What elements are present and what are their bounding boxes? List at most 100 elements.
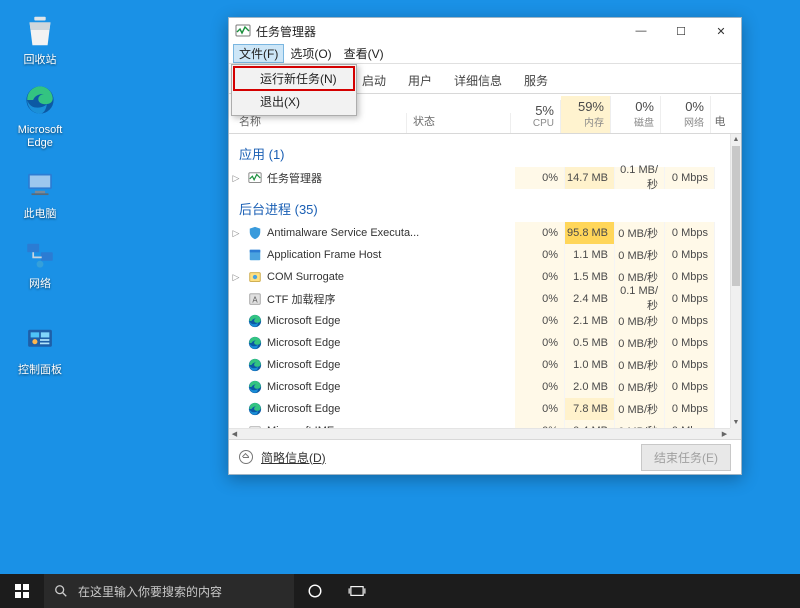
process-name: Microsoft Edge — [267, 337, 515, 349]
col-tail[interactable]: 电 — [711, 113, 729, 133]
windows-icon — [14, 583, 30, 599]
cell-memory: 7.8 MB — [565, 398, 615, 420]
fewer-details-link[interactable]: 简略信息(D) — [261, 449, 326, 466]
desktop-icon-label: 控制面板 — [12, 364, 68, 377]
search-icon — [54, 584, 68, 598]
expand-icon[interactable]: ▷ — [229, 228, 243, 239]
menu-item-exit[interactable]: 退出(X) — [234, 90, 354, 113]
recycle-bin-icon — [20, 10, 60, 50]
close-button[interactable]: ✕ — [701, 18, 741, 44]
cortana-icon — [307, 583, 323, 599]
control-panel-icon — [20, 320, 60, 360]
col-network[interactable]: 0% 网络 — [661, 96, 711, 133]
expand-icon[interactable]: ▷ — [229, 173, 243, 184]
cell-memory: 1.0 MB — [565, 354, 615, 376]
end-task-button[interactable]: 结束任务(E) — [641, 444, 731, 471]
process-row[interactable]: Application Frame Host 0% 1.1 MB 0 MB/秒 … — [229, 244, 730, 266]
svg-text:A: A — [252, 296, 258, 305]
col-cpu[interactable]: 5% CPU — [511, 100, 561, 133]
window-title: 任务管理器 — [256, 23, 621, 40]
cell-disk: 0 MB/秒 — [615, 332, 665, 354]
process-row[interactable]: Microsoft Edge 0% 1.0 MB 0 MB/秒 0 Mbps — [229, 354, 730, 376]
process-row[interactable]: あ Microsoft IME 0% 0.4 MB 0 MB/秒 0 Mbps — [229, 420, 730, 428]
cell-disk: 0 MB/秒 — [615, 398, 665, 420]
col-memory[interactable]: 59% 内存 — [561, 96, 611, 133]
desktop-icon-this-pc[interactable]: 此电脑 — [12, 164, 68, 221]
process-row[interactable]: Microsoft Edge 0% 7.8 MB 0 MB/秒 0 Mbps — [229, 398, 730, 420]
desktop-icon-label: 网络 — [12, 278, 68, 291]
minimize-button[interactable]: — — [621, 18, 661, 44]
menubar: 文件(F) 选项(O) 查看(V) 运行新任务(N) 退出(X) — [229, 44, 741, 64]
process-list[interactable]: 应用 (1) ▷ 任务管理器 0% 14.7 MB 0.1 MB/秒 0 Mbp… — [229, 134, 730, 428]
process-icon — [247, 269, 263, 285]
expand-icon[interactable]: ▷ — [229, 272, 243, 283]
cell-network: 0 Mbps — [665, 244, 715, 266]
process-list-area: 应用 (1) ▷ 任务管理器 0% 14.7 MB 0.1 MB/秒 0 Mbp… — [229, 134, 741, 440]
desktop-icon-recycle-bin[interactable]: 回收站 — [12, 10, 68, 67]
cell-network: 0 Mbps — [665, 167, 715, 189]
process-icon — [247, 401, 263, 417]
cell-disk: 0 MB/秒 — [615, 244, 665, 266]
group-header-apps: 应用 (1) — [229, 134, 730, 167]
scroll-left-icon[interactable]: ◀ — [229, 429, 240, 439]
col-status[interactable]: 状态 — [407, 113, 511, 133]
maximize-button[interactable]: ☐ — [661, 18, 701, 44]
cell-disk: 0 MB/秒 — [615, 376, 665, 398]
tab-details[interactable]: 详细信息 — [443, 68, 513, 93]
desktop-icon-network[interactable]: 网络 — [12, 234, 68, 291]
desktop-icon-edge[interactable]: Microsoft Edge — [12, 80, 68, 150]
process-name: Microsoft Edge — [267, 359, 515, 371]
cell-disk: 0 MB/秒 — [615, 354, 665, 376]
menu-file[interactable]: 文件(F) — [233, 44, 284, 63]
process-row[interactable]: Microsoft Edge 0% 0.5 MB 0 MB/秒 0 Mbps — [229, 332, 730, 354]
tab-users[interactable]: 用户 — [397, 68, 443, 93]
scroll-up-icon[interactable]: ▲ — [731, 134, 741, 145]
desktop-icon-label: Microsoft Edge — [12, 124, 68, 150]
scroll-thumb[interactable] — [732, 146, 740, 286]
cell-cpu: 0% — [515, 167, 565, 189]
process-row[interactable]: A CTF 加载程序 0% 2.4 MB 0.1 MB/秒 0 Mbps — [229, 288, 730, 310]
cell-memory: 1.5 MB — [565, 266, 615, 288]
process-row[interactable]: ▷ Antimalware Service Executa... 0% 95.8… — [229, 222, 730, 244]
process-name: Microsoft Edge — [267, 403, 515, 415]
cortana-button[interactable] — [294, 574, 336, 608]
cell-memory: 0.4 MB — [565, 420, 615, 428]
process-icon: A — [247, 291, 263, 307]
process-row[interactable]: Microsoft Edge 0% 2.0 MB 0 MB/秒 0 Mbps — [229, 376, 730, 398]
window-footer: 简略信息(D) 结束任务(E) — [229, 440, 741, 474]
horizontal-scrollbar[interactable]: ◀ ▶ — [229, 428, 730, 439]
computer-icon — [20, 164, 60, 204]
menu-item-run-new-task[interactable]: 运行新任务(N) — [234, 67, 354, 90]
cell-cpu: 0% — [515, 420, 565, 428]
process-name: 任务管理器 — [267, 170, 515, 186]
desktop-icon-control-panel[interactable]: 控制面板 — [12, 320, 68, 377]
start-button[interactable] — [0, 574, 44, 608]
tab-services[interactable]: 服务 — [513, 68, 559, 93]
cell-network: 0 Mbps — [665, 222, 715, 244]
scroll-right-icon[interactable]: ▶ — [719, 429, 730, 439]
col-disk[interactable]: 0% 磁盘 — [611, 96, 661, 133]
cell-memory: 2.4 MB — [565, 288, 615, 310]
cell-network: 0 Mbps — [665, 288, 715, 310]
desktop-icon-label: 此电脑 — [12, 208, 68, 221]
cell-cpu: 0% — [515, 332, 565, 354]
edge-icon — [20, 80, 60, 120]
task-view-button[interactable] — [336, 574, 378, 608]
col-name[interactable]: 名称 — [229, 113, 407, 133]
process-icon — [247, 313, 263, 329]
fewer-details-icon — [239, 450, 253, 464]
vertical-scrollbar[interactable]: ▲ ▼ — [730, 134, 741, 428]
menu-view[interactable]: 查看(V) — [338, 44, 390, 63]
search-placeholder: 在这里输入你要搜索的内容 — [78, 583, 222, 600]
taskbar-search[interactable]: 在这里输入你要搜索的内容 — [44, 574, 294, 608]
process-row[interactable]: ▷ 任务管理器 0% 14.7 MB 0.1 MB/秒 0 Mbps — [229, 167, 730, 189]
titlebar[interactable]: 任务管理器 — ☐ ✕ — [229, 18, 741, 44]
process-name: Microsoft Edge — [267, 315, 515, 327]
scroll-down-icon[interactable]: ▼ — [731, 417, 741, 428]
taskmgr-icon — [235, 23, 251, 39]
tab-startup[interactable]: 启动 — [351, 68, 397, 93]
menu-options[interactable]: 选项(O) — [284, 44, 337, 63]
cell-network: 0 Mbps — [665, 354, 715, 376]
process-row[interactable]: Microsoft Edge 0% 2.1 MB 0 MB/秒 0 Mbps — [229, 310, 730, 332]
process-icon — [247, 170, 263, 186]
